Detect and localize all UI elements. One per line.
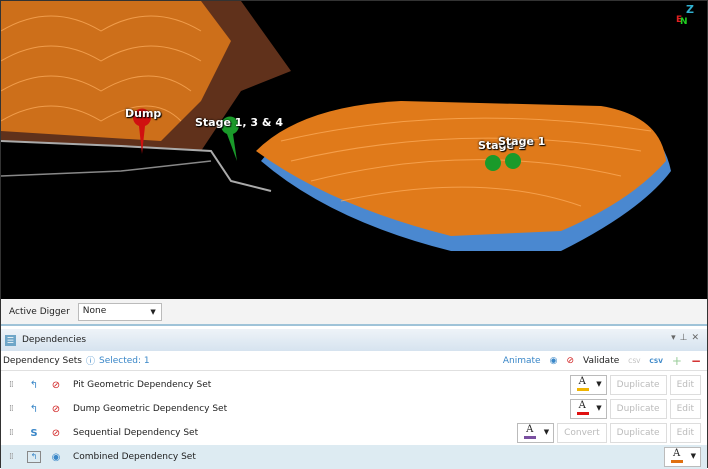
drag-handle-icon[interactable]: ⁞⁞ bbox=[9, 404, 17, 414]
hidden-eye-icon[interactable]: ⊘ bbox=[49, 428, 63, 439]
edit-button[interactable]: Edit bbox=[669, 423, 701, 443]
dump-label: Dump bbox=[125, 107, 162, 120]
selected-count: Selected: 1 bbox=[99, 355, 150, 366]
axis-z: Z bbox=[686, 3, 694, 16]
duplicate-button[interactable]: Duplicate bbox=[609, 423, 667, 443]
dependencies-toolbar: Dependency Sets ⓘ Selected: 1 Animate ◉ … bbox=[1, 351, 707, 371]
info-icon[interactable]: ⓘ bbox=[86, 354, 95, 367]
hide-all-eye-icon[interactable]: ⊘ bbox=[566, 356, 574, 366]
hidden-eye-icon[interactable]: ⊘ bbox=[49, 404, 63, 415]
panel-title: Dependencies bbox=[22, 335, 87, 345]
active-digger-select[interactable]: None ▼ bbox=[77, 302, 162, 321]
stage-1-label: Stage 1 bbox=[498, 135, 546, 148]
export-csv-button[interactable]: CSV bbox=[649, 358, 662, 365]
duplicate-button[interactable]: Duplicate bbox=[609, 375, 667, 395]
color-picker[interactable]: A ▼ bbox=[569, 399, 607, 419]
dependency-set-row-selected[interactable]: ⁞⁞ ↰ ◉ Combined Dependency Set A ▼ bbox=[1, 445, 707, 469]
validate-button[interactable]: Validate bbox=[583, 356, 619, 366]
active-digger-bar: Active Digger None ▼ bbox=[1, 299, 707, 326]
animate-button[interactable]: Animate bbox=[503, 356, 541, 366]
active-digger-value: None bbox=[82, 305, 107, 316]
show-all-eye-icon[interactable]: ◉ bbox=[550, 356, 558, 366]
color-picker[interactable]: A ▼ bbox=[569, 375, 607, 395]
section-label: Dependency Sets bbox=[3, 355, 82, 366]
color-picker[interactable]: A ▼ bbox=[517, 423, 555, 443]
axis-n: N bbox=[680, 17, 688, 27]
close-icon[interactable]: ✕ bbox=[691, 333, 703, 343]
drag-handle-icon[interactable]: ⁞⁞ bbox=[9, 428, 17, 438]
import-csv-button[interactable]: CSV bbox=[628, 358, 640, 365]
stage-134-label: Stage 1, 3 & 4 bbox=[195, 116, 283, 129]
set-name: Pit Geometric Dependency Set bbox=[73, 380, 212, 390]
drag-handle-icon[interactable]: ⁞⁞ bbox=[9, 452, 17, 462]
edit-button[interactable]: Edit bbox=[669, 375, 701, 395]
pin-icon[interactable]: ⊥ bbox=[680, 333, 692, 343]
convert-button[interactable]: Convert bbox=[557, 423, 607, 443]
active-digger-label: Active Digger bbox=[9, 306, 70, 317]
dependency-set-row[interactable]: ⁞⁞ ↰ ⊘ Pit Geometric Dependency Set A ▼ Dupl… bbox=[1, 373, 707, 397]
visible-eye-icon[interactable]: ◉ bbox=[49, 452, 63, 463]
sequential-icon: S bbox=[30, 427, 38, 439]
set-name: Combined Dependency Set bbox=[73, 452, 196, 462]
dependency-set-row[interactable]: ⁞⁞ ↰ ⊘ Dump Geometric Dependency Set A ▼ Dup… bbox=[1, 397, 707, 421]
duplicate-button[interactable]: Duplicate bbox=[609, 399, 667, 419]
set-name: Dump Geometric Dependency Set bbox=[73, 404, 228, 414]
set-name: Sequential Dependency Set bbox=[73, 428, 199, 438]
pit-model bbox=[1, 1, 671, 251]
combined-icon: ↰ bbox=[27, 451, 41, 463]
geometric-icon: ↰ bbox=[29, 379, 39, 391]
remove-button[interactable]: − bbox=[691, 354, 701, 368]
color-picker[interactable]: A ▼ bbox=[664, 447, 701, 467]
3d-viewport[interactable]: Dump Stage 1, 3 & 4 Stage 1 Stage 1 Z E … bbox=[1, 1, 707, 299]
hidden-eye-icon[interactable]: ⊘ bbox=[49, 380, 63, 391]
dependencies-panel-header: ☰ Dependencies ▾⊥✕ bbox=[1, 329, 707, 351]
geometric-icon: ↰ bbox=[29, 403, 39, 415]
add-button[interactable]: + bbox=[672, 354, 682, 368]
drag-handle-icon[interactable]: ⁞⁞ bbox=[9, 380, 17, 390]
dependency-set-row[interactable]: ⁞⁞ S ⊘ Sequential Dependency Set A ▼ Convert… bbox=[1, 421, 707, 445]
chevron-down-icon: ▼ bbox=[150, 307, 156, 316]
edit-button[interactable]: Edit bbox=[669, 399, 701, 419]
panel-icon: ☰ bbox=[5, 334, 16, 346]
dropdown-icon[interactable]: ▾ bbox=[671, 333, 680, 343]
